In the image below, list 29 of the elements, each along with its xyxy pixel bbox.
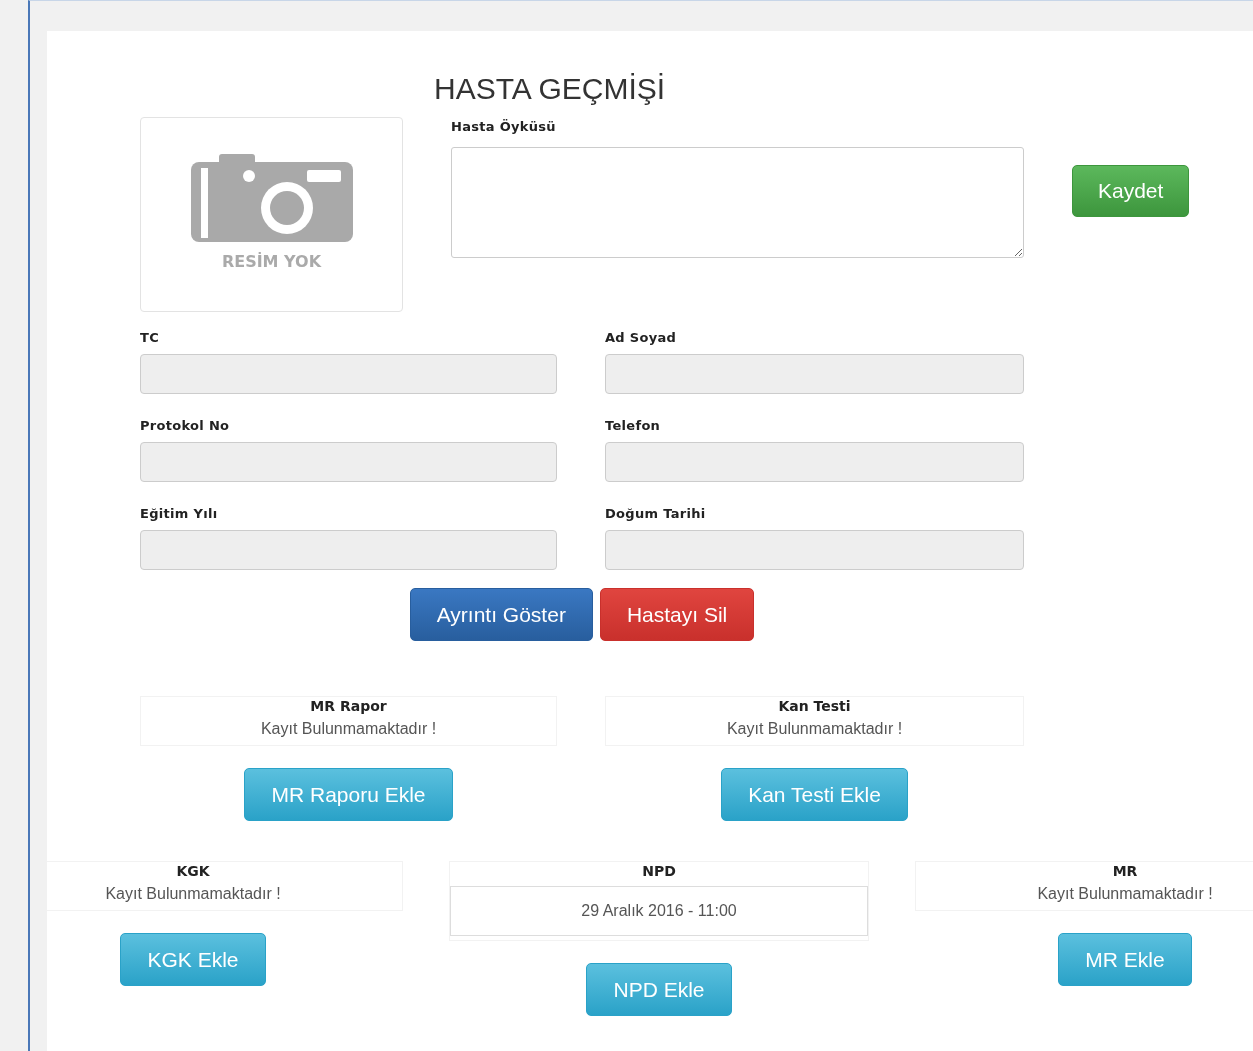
history-textarea[interactable] <box>451 147 1024 258</box>
add-record-button[interactable]: Kan Testi Ekle <box>721 768 908 821</box>
record-title: MR Rapor <box>310 697 387 716</box>
action-button[interactable]: Ayrıntı Göster <box>409 588 593 641</box>
add-record-button[interactable]: NPD Ekle <box>586 963 732 1016</box>
camera-icon <box>190 154 353 242</box>
record-title: KGK <box>176 862 210 881</box>
record-status: Kayıt Bulunmamaktadır ! <box>260 719 437 739</box>
add-record-button[interactable]: MR Ekle <box>1058 933 1192 986</box>
photo-caption: RESİM YOK <box>221 252 322 271</box>
record-entry: 29 Aralık 2016 - 11:00 <box>450 886 868 936</box>
save-button[interactable]: Kaydet <box>1072 165 1190 217</box>
record-status: Kayıt Bulunmamaktadır ! <box>1037 884 1213 904</box>
field-label: Telefon <box>605 417 662 435</box>
field-label: Eğitim Yılı <box>140 505 219 523</box>
field-label: Hasta Öyküsü <box>451 118 557 136</box>
action-button[interactable]: Hastayı Sil <box>599 588 755 641</box>
record-status: Kayıt Bulunmamaktadır ! <box>726 719 903 739</box>
record-status: Kayıt Bulunmamaktadır ! <box>105 884 281 904</box>
field-label: TC <box>140 329 160 347</box>
add-record-button[interactable]: KGK Ekle <box>120 933 266 986</box>
field-label: Ad Soyad <box>605 329 678 347</box>
page-title: HASTA GEÇMİŞİ <box>433 71 667 107</box>
record-title: NPD <box>642 862 676 881</box>
field-label: Doğum Tarihi <box>605 505 707 523</box>
field-label: Protokol No <box>140 417 231 435</box>
record-title: Kan Testi <box>778 697 851 716</box>
record-title: MR <box>1112 862 1138 881</box>
add-record-button[interactable]: MR Raporu Ekle <box>244 768 453 821</box>
